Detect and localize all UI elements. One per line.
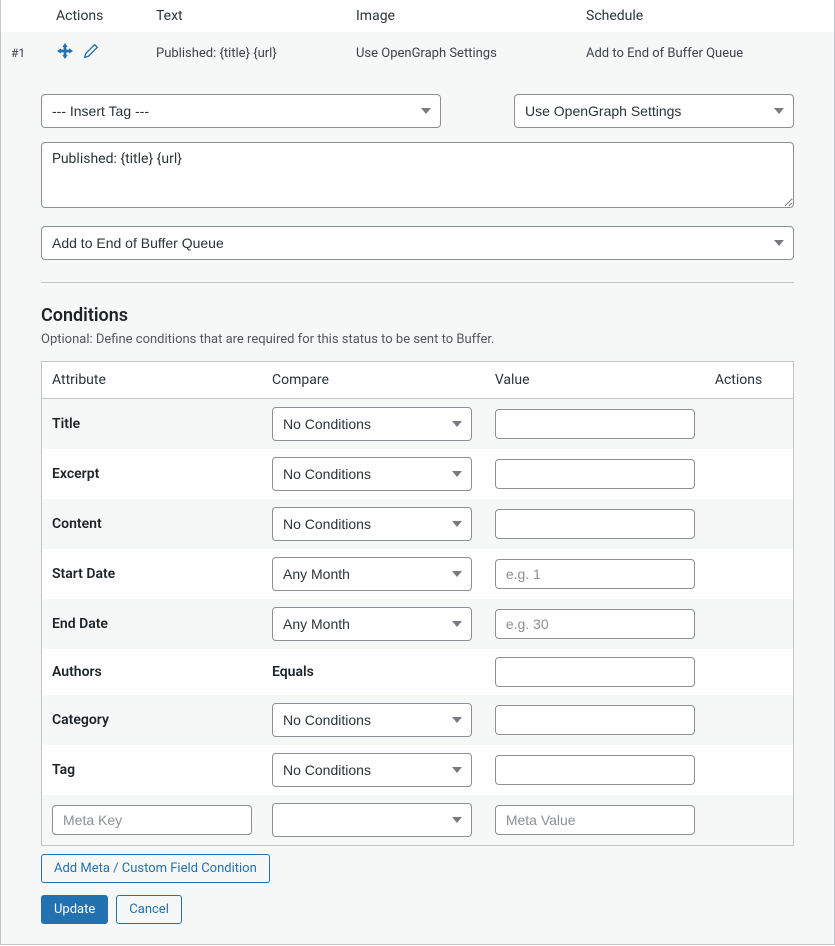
schedule-select[interactable]: Add to End of Buffer Queue — [41, 226, 794, 260]
message-textarea[interactable] — [41, 142, 794, 208]
cancel-button[interactable]: Cancel — [116, 895, 182, 924]
end-date-value-input[interactable] — [495, 609, 695, 639]
cond-row-start-date: Start Date Any Month — [42, 549, 794, 599]
cond-row-category: Category No Conditions — [42, 695, 794, 745]
cond-row-title: Title No Conditions — [42, 399, 794, 450]
cond-attr-label: Tag — [42, 745, 263, 795]
col-actions: Actions — [46, 0, 146, 32]
content-value-input[interactable] — [495, 509, 695, 539]
row-schedule: Add to End of Buffer Queue — [576, 32, 834, 74]
end-date-compare-select[interactable]: Any Month — [272, 607, 472, 641]
move-icon[interactable] — [56, 42, 74, 64]
title-compare-select[interactable]: No Conditions — [272, 407, 472, 441]
divider — [41, 282, 794, 283]
tag-value-input[interactable] — [495, 755, 695, 785]
conditions-desc: Optional: Define conditions that are req… — [41, 332, 794, 347]
cond-attr-label: Authors — [42, 649, 263, 695]
title-value-input[interactable] — [495, 409, 695, 439]
cond-row-authors: Authors Equals — [42, 649, 794, 695]
cond-head-value: Value — [485, 362, 705, 399]
excerpt-compare-select[interactable]: No Conditions — [272, 457, 472, 491]
cond-row-content: Content No Conditions — [42, 499, 794, 549]
cond-row-tag: Tag No Conditions — [42, 745, 794, 795]
cond-attr-label: Title — [42, 399, 263, 450]
cond-row-end-date: End Date Any Month — [42, 599, 794, 649]
authors-value-input[interactable] — [495, 657, 695, 687]
row-text: Published: {title} {url} — [146, 32, 346, 74]
add-meta-button[interactable]: Add Meta / Custom Field Condition — [41, 854, 270, 883]
col-text: Text — [146, 0, 346, 32]
cond-head-compare: Compare — [262, 362, 485, 399]
cond-head-attribute: Attribute — [42, 362, 263, 399]
col-image: Image — [346, 0, 576, 32]
cond-attr-label: Category — [42, 695, 263, 745]
conditions-title: Conditions — [41, 305, 794, 326]
col-schedule: Schedule — [576, 0, 834, 32]
cond-head-actions: Actions — [705, 362, 794, 399]
edit-icon[interactable] — [82, 42, 100, 64]
meta-value-input[interactable] — [495, 805, 695, 835]
cond-attr-label: Content — [42, 499, 263, 549]
cond-row-excerpt: Excerpt No Conditions — [42, 449, 794, 499]
start-date-value-input[interactable] — [495, 559, 695, 589]
meta-key-input[interactable] — [52, 805, 252, 835]
start-date-compare-select[interactable]: Any Month — [272, 557, 472, 591]
meta-compare-select[interactable] — [272, 803, 472, 837]
row-image: Use OpenGraph Settings — [346, 32, 576, 74]
cond-attr-label: Excerpt — [42, 449, 263, 499]
conditions-table: Attribute Compare Value Actions Title No… — [41, 361, 794, 846]
excerpt-value-input[interactable] — [495, 459, 695, 489]
row-id: #1 — [11, 46, 25, 60]
cond-row-meta — [42, 795, 794, 846]
cond-attr-label: End Date — [42, 599, 263, 649]
tag-compare-select[interactable]: No Conditions — [272, 753, 472, 787]
authors-compare-text: Equals — [272, 664, 314, 680]
category-compare-select[interactable]: No Conditions — [272, 703, 472, 737]
image-setting-select[interactable]: Use OpenGraph Settings — [514, 94, 794, 128]
status-table: Actions Text Image Schedule #1 — [1, 0, 834, 74]
update-button[interactable]: Update — [41, 895, 108, 924]
content-compare-select[interactable]: No Conditions — [272, 507, 472, 541]
insert-tag-select[interactable]: --- Insert Tag --- — [41, 94, 441, 128]
category-value-input[interactable] — [495, 705, 695, 735]
table-row: #1 Published: {title} {url} Use OpenGrap… — [1, 32, 834, 74]
cond-attr-label: Start Date — [42, 549, 263, 599]
